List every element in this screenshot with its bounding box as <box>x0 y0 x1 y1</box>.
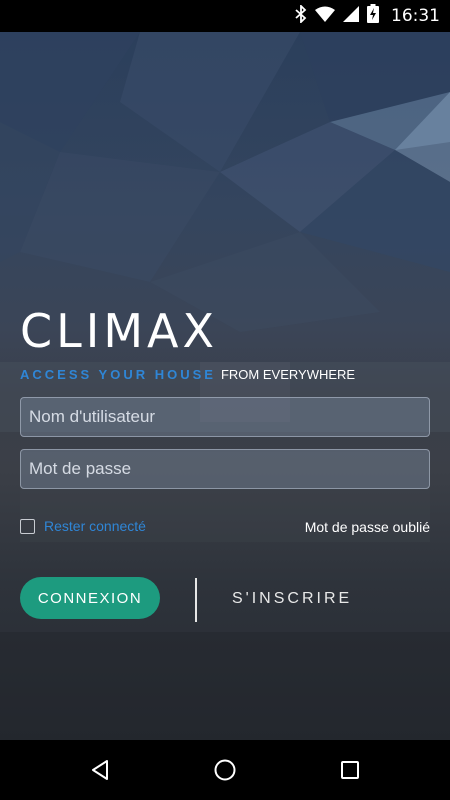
remember-me-checkbox[interactable]: Rester connecté <box>20 518 146 534</box>
username-input[interactable] <box>20 397 430 437</box>
status-time: 16:31 <box>391 6 440 26</box>
status-icons: 16:31 <box>295 0 440 32</box>
checkbox-box[interactable] <box>20 518 35 534</box>
wifi-icon <box>315 6 335 27</box>
bluetooth-icon <box>295 3 307 28</box>
navigation-bar <box>0 740 450 800</box>
tagline-accent: ACCESS YOUR HOUSE <box>20 367 216 382</box>
remember-me-label[interactable]: Rester connecté <box>44 518 146 534</box>
background-image <box>0 32 450 740</box>
cellular-signal-icon <box>343 5 359 27</box>
battery-charging-icon <box>367 4 379 28</box>
tagline-rest: FROM EVERYWHERE <box>220 367 356 382</box>
app-logo: CLIMAX <box>20 304 218 358</box>
register-button[interactable]: S'INSCRIRE <box>232 590 352 608</box>
login-screen: CLIMAX ACCESS YOUR HOUSE FROM EVERYWHERE … <box>0 32 450 740</box>
forgot-password-link[interactable]: Mot de passe oublié <box>305 519 430 535</box>
recents-icon[interactable] <box>320 740 380 800</box>
password-input[interactable] <box>20 449 430 489</box>
back-icon[interactable] <box>70 740 130 800</box>
home-icon[interactable] <box>195 740 255 800</box>
status-bar: 16:31 <box>0 0 450 32</box>
tagline: ACCESS YOUR HOUSE FROM EVERYWHERE <box>20 367 355 382</box>
login-button[interactable]: CONNEXION <box>20 577 160 619</box>
button-divider <box>195 578 197 622</box>
